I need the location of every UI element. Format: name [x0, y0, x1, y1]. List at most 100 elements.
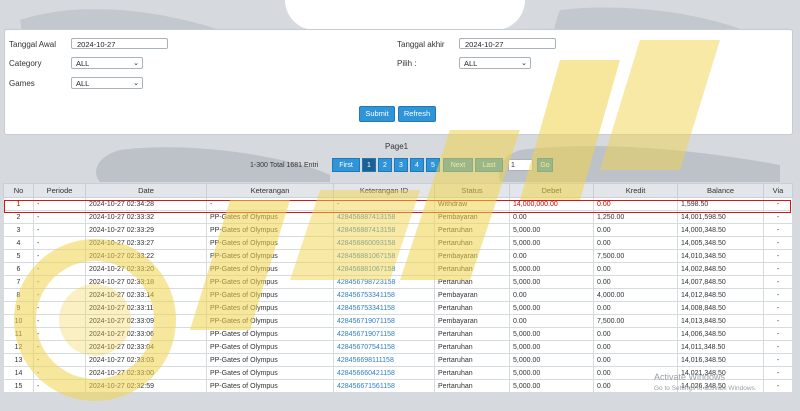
cell-keterangan-id[interactable]: 428456753341158: [333, 301, 435, 315]
cell-via: -: [763, 327, 793, 341]
table-row[interactable]: 4-2024-10-27 02:33:27 PP-Gates of Olympus…: [3, 236, 793, 250]
table-row[interactable]: 3-2024-10-27 02:33:29 PP-Gates of Olympus…: [3, 223, 793, 237]
cell-keterangan-id[interactable]: 428456753341158: [333, 288, 435, 302]
activate-windows-subtitle: Go to Settings to activate Windows.: [654, 385, 757, 392]
submit-button[interactable]: Submit: [359, 106, 395, 122]
column-header: Debet: [509, 183, 594, 198]
cell-no: 3: [3, 223, 34, 237]
tanggal-awal-label: Tanggal Awal: [9, 40, 56, 49]
column-header: Keterangan ID: [333, 183, 435, 198]
cell-kredit: 0.00: [593, 353, 678, 367]
cell-date: 2024-10-27 02:33:09: [85, 314, 207, 328]
cell-keterangan: PP-Gates of Olympus: [206, 379, 334, 393]
column-header: Via: [763, 183, 793, 198]
cell-kredit: 0.00: [593, 327, 678, 341]
table-row[interactable]: 10-2024-10-27 02:33:09 PP-Gates of Olympu…: [3, 314, 793, 328]
go-button[interactable]: Go: [537, 158, 553, 172]
cell-balance: 14,002,848.50: [677, 262, 764, 276]
chevron-down-icon: ⌄: [521, 60, 527, 67]
table-row[interactable]: 1-2024-10-27 02:34:28- - Withdraw 14,000,00…: [3, 197, 793, 211]
category-label: Category: [9, 59, 42, 68]
cell-no: 14: [3, 366, 34, 380]
cell-keterangan-id[interactable]: 428456881067158: [333, 262, 435, 276]
chevron-down-icon: ⌄: [133, 80, 139, 87]
table-row[interactable]: 12-2024-10-27 02:33:04 PP-Gates of Olympu…: [3, 340, 793, 354]
cell-date: 2024-10-27 02:33:20: [85, 262, 207, 276]
last-page-button[interactable]: Last: [475, 158, 503, 172]
pilih-label: Pilih :: [397, 59, 417, 68]
category-select[interactable]: ALL ⌄: [71, 57, 143, 69]
cell-balance: 14,012,848.50: [677, 288, 764, 302]
cell-keterangan-id[interactable]: 428456860093158: [333, 236, 435, 250]
cell-kredit: 7,500.00: [593, 249, 678, 263]
tanggal-awal-input[interactable]: 2024-10-27: [71, 38, 168, 49]
page-button[interactable]: 4: [410, 158, 424, 172]
first-page-button[interactable]: First: [332, 158, 360, 172]
cell-no: 8: [3, 288, 34, 302]
cell-keterangan: PP-Gates of Olympus: [206, 262, 334, 276]
filter-panel: Tanggal Awal 2024-10-27 Tanggal akhir 20…: [4, 29, 793, 135]
cell-kredit: 0.00: [593, 340, 678, 354]
cell-balance: 14,016,348.50: [677, 353, 764, 367]
cell-balance: 14,000,348.50: [677, 223, 764, 237]
cell-status: Pembayaran: [434, 314, 510, 328]
cell-periode: -: [33, 366, 86, 380]
cell-date: 2024-10-27 02:32:59: [85, 379, 207, 393]
page-button[interactable]: 3: [394, 158, 408, 172]
cell-keterangan-id[interactable]: 428456719071158: [333, 314, 435, 328]
cell-balance: 14,008,848.50: [677, 301, 764, 315]
cell-keterangan-id[interactable]: 428456719071158: [333, 327, 435, 341]
cell-kredit: 1,250.00: [593, 210, 678, 224]
games-select[interactable]: ALL ⌄: [71, 77, 143, 89]
cell-keterangan-id[interactable]: 428456887413158: [333, 210, 435, 224]
cell-periode: -: [33, 275, 86, 289]
table-row[interactable]: 5-2024-10-27 02:33:22 PP-Gates of Olympus…: [3, 249, 793, 263]
cell-periode: -: [33, 210, 86, 224]
cell-keterangan-id[interactable]: 428456698111158: [333, 353, 435, 367]
cell-debet: 5,000.00: [509, 236, 594, 250]
page-button[interactable]: 2: [378, 158, 392, 172]
cell-status: Pertaruhan: [434, 301, 510, 315]
cell-keterangan-id[interactable]: 428456660421158: [333, 366, 435, 380]
cell-keterangan-id[interactable]: 428456707541158: [333, 340, 435, 354]
cell-keterangan-id[interactable]: 428456887413158: [333, 223, 435, 237]
next-page-button[interactable]: Next: [443, 158, 473, 172]
table-row[interactable]: 2-2024-10-27 02:33:32 PP-Gates of Olympus…: [3, 210, 793, 224]
cell-keterangan-id[interactable]: 428456798723158: [333, 275, 435, 289]
cell-date: 2024-10-27 02:33:11: [85, 301, 207, 315]
table-row[interactable]: 13-2024-10-27 02:33:03 PP-Gates of Olympu…: [3, 353, 793, 367]
cell-date: 2024-10-27 02:33:04: [85, 340, 207, 354]
cell-via: -: [763, 301, 793, 315]
cell-periode: -: [33, 301, 86, 315]
cell-keterangan: PP-Gates of Olympus: [206, 301, 334, 315]
column-header: Keterangan: [206, 183, 334, 198]
cell-date: 2024-10-27 02:33:32: [85, 210, 207, 224]
cell-balance: 14,007,848.50: [677, 275, 764, 289]
tanggal-akhir-input[interactable]: 2024-10-27: [459, 38, 556, 49]
cell-via: -: [763, 249, 793, 263]
table-row[interactable]: 9-2024-10-27 02:33:11 PP-Gates of Olympus…: [3, 301, 793, 315]
table-row[interactable]: 6-2024-10-27 02:33:20 PP-Gates of Olympus…: [3, 262, 793, 276]
cell-keterangan: PP-Gates of Olympus: [206, 327, 334, 341]
cell-status: Pertaruhan: [434, 236, 510, 250]
cell-via: -: [763, 236, 793, 250]
transactions-table-container: No Periode Date Keterangan Keterangan ID Stat…: [3, 183, 793, 393]
table-row[interactable]: 8-2024-10-27 02:33:14 PP-Gates of Olympus…: [3, 288, 793, 302]
cell-keterangan: PP-Gates of Olympus: [206, 353, 334, 367]
cell-no: 5: [3, 249, 34, 263]
page-number-input[interactable]: 1: [508, 159, 533, 171]
cell-keterangan-id[interactable]: 428456881067158: [333, 249, 435, 263]
cell-status: Pertaruhan: [434, 353, 510, 367]
table-row[interactable]: 7-2024-10-27 02:33:18 PP-Gates of Olympus…: [3, 275, 793, 289]
page-button[interactable]: 5: [426, 158, 440, 172]
cell-keterangan-id[interactable]: 428456671561158: [333, 379, 435, 393]
cell-kredit: 0.00: [593, 197, 678, 211]
refresh-button[interactable]: Refresh: [398, 106, 436, 122]
cell-kredit: 4,000.00: [593, 288, 678, 302]
cell-debet: 5,000.00: [509, 353, 594, 367]
pilih-select[interactable]: ALL ⌄: [459, 57, 531, 69]
cell-debet: 5,000.00: [509, 340, 594, 354]
table-row[interactable]: 11-2024-10-27 02:33:06 PP-Gates of Olympu…: [3, 327, 793, 341]
page-button[interactable]: 1: [362, 158, 376, 172]
cell-debet: 5,000.00: [509, 366, 594, 380]
